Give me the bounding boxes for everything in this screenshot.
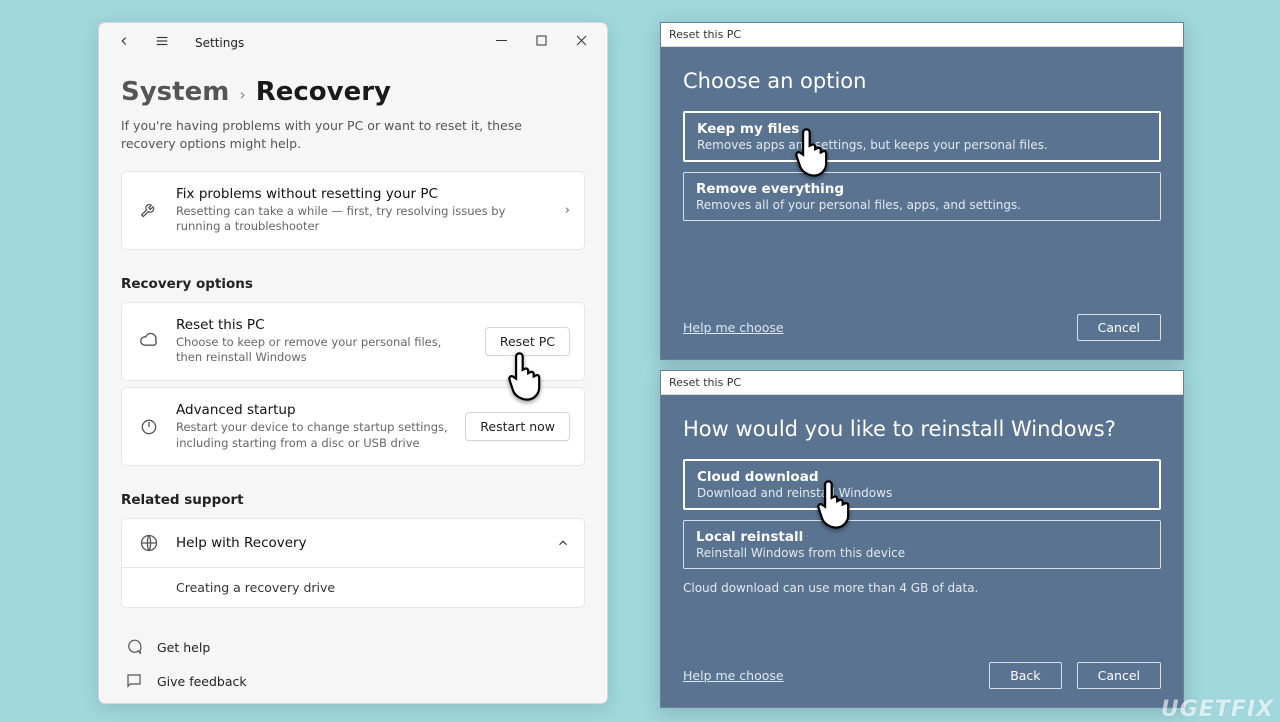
- maximize-icon: [536, 35, 547, 50]
- dialog-title: Reset this PC: [669, 28, 741, 41]
- chevron-right-icon: ›: [565, 203, 570, 218]
- chevron-right-icon: ›: [239, 85, 245, 104]
- dialog-titlebar: Reset this PC: [661, 371, 1183, 395]
- dialog-heading: Choose an option: [683, 69, 1161, 93]
- option-local-reinstall[interactable]: Local reinstall Reinstall Windows from t…: [683, 520, 1161, 569]
- titlebar: Settings: [99, 23, 607, 63]
- get-help-label: Get help: [157, 640, 210, 655]
- lead-text: If you're having problems with your PC o…: [121, 117, 571, 153]
- minimize-icon: [496, 35, 507, 50]
- option-desc: Reinstall Windows from this device: [696, 546, 1148, 560]
- app-title: Settings: [195, 36, 244, 50]
- reset-dialog-reinstall: Reset this PC How would you like to rein…: [660, 370, 1184, 708]
- reset-pc-card: Reset this PC Choose to keep or remove y…: [121, 302, 585, 381]
- option-title: Keep my files: [697, 121, 1147, 137]
- feedback-icon: [123, 672, 145, 690]
- close-icon: [576, 35, 587, 50]
- breadcrumb: System › Recovery: [121, 77, 585, 107]
- option-cloud-download[interactable]: Cloud download Download and reinstall Wi…: [683, 459, 1161, 510]
- reset-pc-button[interactable]: Reset PC: [485, 327, 570, 356]
- help-me-choose-link[interactable]: Help me choose: [683, 668, 784, 683]
- back-button[interactable]: Back: [989, 662, 1061, 689]
- option-remove-everything[interactable]: Remove everything Removes all of your pe…: [683, 172, 1161, 221]
- dialog-titlebar: Reset this PC: [661, 23, 1183, 47]
- give-feedback-label: Give feedback: [157, 674, 247, 689]
- option-title: Remove everything: [696, 181, 1148, 197]
- section-recovery-heading: Recovery options: [121, 276, 585, 292]
- give-feedback-row[interactable]: Give feedback: [121, 664, 585, 698]
- restart-now-button[interactable]: Restart now: [465, 412, 570, 441]
- breadcrumb-current: Recovery: [256, 77, 391, 107]
- option-desc: Download and reinstall Windows: [697, 486, 1147, 500]
- breadcrumb-parent[interactable]: System: [121, 77, 229, 107]
- reset-dialog-choose-option: Reset this PC Choose an option Keep my f…: [660, 22, 1184, 360]
- option-desc: Removes all of your personal files, apps…: [696, 198, 1148, 212]
- dialog-title: Reset this PC: [669, 376, 741, 389]
- cancel-button[interactable]: Cancel: [1077, 314, 1161, 341]
- option-desc: Removes apps and settings, but keeps you…: [697, 138, 1147, 152]
- help-card-title: Help with Recovery: [176, 535, 542, 551]
- help-chat-icon: [123, 638, 145, 656]
- hamburger-button[interactable]: [145, 27, 179, 59]
- help-recovery-card[interactable]: Help with Recovery: [121, 518, 585, 568]
- settings-window: Settings System › Recovery If you're hav…: [98, 22, 608, 704]
- settings-content: System › Recovery If you're having probl…: [99, 63, 607, 703]
- help-me-choose-link[interactable]: Help me choose: [683, 320, 784, 335]
- advanced-card-sub: Restart your device to change startup se…: [176, 420, 451, 451]
- fix-problems-card[interactable]: Fix problems without resetting your PC R…: [121, 171, 585, 250]
- back-button[interactable]: [107, 27, 141, 59]
- maximize-button[interactable]: [521, 27, 561, 59]
- recovery-drive-link[interactable]: Creating a recovery drive: [121, 568, 585, 608]
- watermark: UGETFIX: [1161, 697, 1274, 722]
- reset-card-sub: Choose to keep or remove your personal f…: [176, 335, 471, 366]
- option-keep-my-files[interactable]: Keep my files Removes apps and settings,…: [683, 111, 1161, 162]
- minimize-button[interactable]: [481, 27, 521, 59]
- fix-card-title: Fix problems without resetting your PC: [176, 186, 551, 202]
- menu-icon: [154, 34, 170, 52]
- cancel-button[interactable]: Cancel: [1077, 662, 1161, 689]
- advanced-card-title: Advanced startup: [176, 402, 451, 418]
- get-help-row[interactable]: Get help: [121, 630, 585, 664]
- cloud-reset-icon: [136, 331, 162, 351]
- wrench-icon: [136, 200, 162, 220]
- dialog-heading: How would you like to reinstall Windows?: [683, 417, 1161, 441]
- option-title: Local reinstall: [696, 529, 1148, 545]
- power-gear-icon: [136, 417, 162, 437]
- close-button[interactable]: [561, 27, 601, 59]
- arrow-left-icon: [117, 34, 131, 52]
- option-title: Cloud download: [697, 469, 1147, 485]
- fix-card-sub: Resetting can take a while — first, try …: [176, 204, 551, 235]
- reset-card-title: Reset this PC: [176, 317, 471, 333]
- globe-icon: [136, 533, 162, 553]
- section-related-heading: Related support: [121, 492, 585, 508]
- data-usage-note: Cloud download can use more than 4 GB of…: [683, 581, 1161, 595]
- advanced-startup-card: Advanced startup Restart your device to …: [121, 387, 585, 466]
- chevron-up-icon: [556, 536, 570, 550]
